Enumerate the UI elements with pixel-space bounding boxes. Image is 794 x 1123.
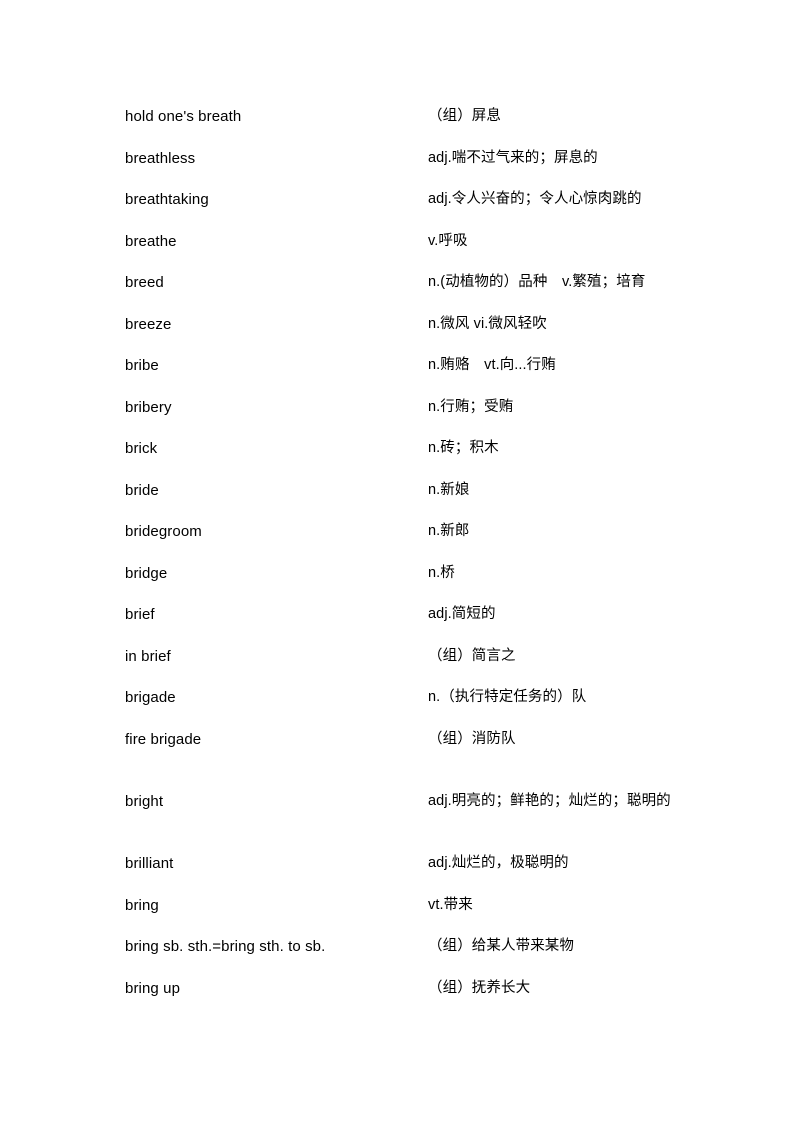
vocabulary-definition: n.贿赂 vt.向...行贿 <box>428 357 556 373</box>
vocabulary-term: bring up <box>125 979 181 997</box>
vocabulary-row: breeze n.微风 vi.微风轻吹 <box>125 304 676 346</box>
vocabulary-definition: n.新郎 <box>428 523 470 539</box>
vocabulary-row: breed n.(动植物的）品种 v.繁殖；培育 <box>125 262 676 304</box>
vocabulary-definition: adj.灿烂的，极聪明的 <box>428 855 569 871</box>
vocabulary-term: breed <box>125 274 164 291</box>
vocabulary-definition: vt.带来 <box>428 896 473 913</box>
vocabulary-row: bring sb. sth.=bring sth. to sb. （组）给某人带来… <box>125 926 676 968</box>
vocabulary-term: bride <box>125 481 159 499</box>
vocabulary-term: in brief <box>125 647 171 665</box>
vocabulary-definition: v.呼吸 <box>428 232 468 249</box>
vocabulary-table: hold one's breath （组）屏息 breathless adj.喘不过气… <box>125 96 676 1009</box>
vocabulary-term: brick <box>125 440 158 457</box>
vocabulary-definition: （组）简言之 <box>428 647 516 664</box>
vocabulary-term: brigade <box>125 689 176 706</box>
vocabulary-row: brigade n.（执行特定任务的）队 <box>125 677 676 719</box>
vocabulary-definition: n.微风 vi.微风轻吹 <box>428 315 547 332</box>
vocabulary-row: bride n.新娘 <box>125 470 676 512</box>
vocabulary-term: bring sb. sth.=bring sth. to sb. <box>125 938 326 955</box>
vocabulary-definition: n.(动植物的）品种 v.繁殖；培育 <box>428 274 646 290</box>
vocabulary-term: bright <box>125 792 164 810</box>
vocabulary-definition: （组）屏息 <box>428 108 501 124</box>
vocabulary-definition: adj.令人兴奋的；令人心惊肉跳的 <box>428 191 642 207</box>
vocabulary-row: bring up （组）抚养长大 <box>125 968 676 1010</box>
vocabulary-row: breathtaking adj.令人兴奋的；令人心惊肉跳的 <box>125 179 676 221</box>
vocabulary-row: brilliant adj.灿烂的，极聪明的 <box>125 843 676 885</box>
vocabulary-definition: （组）消防队 <box>428 730 516 747</box>
vocabulary-page: hold one's breath （组）屏息 breathless adj.喘不过气… <box>0 0 794 1123</box>
vocabulary-row: brief adj.简短的 <box>125 594 676 636</box>
vocabulary-definition: n.桥 <box>428 564 455 581</box>
vocabulary-row: brick n.砖；积木 <box>125 428 676 470</box>
vocabulary-definition: adj.明亮的；鲜艳的；灿烂的；聪明的 <box>428 792 671 809</box>
vocabulary-definition: n.（执行特定任务的）队 <box>428 689 587 705</box>
vocabulary-row: bribery n.行贿；受贿 <box>125 387 676 429</box>
vocabulary-term: breeze <box>125 315 172 333</box>
vocabulary-row: hold one's breath （组）屏息 <box>125 96 676 138</box>
vocabulary-row: bridge n.桥 <box>125 553 676 595</box>
vocabulary-term: hold one's breath <box>125 108 242 125</box>
vocabulary-term: bridge <box>125 564 168 582</box>
vocabulary-row: breathe v.呼吸 <box>125 221 676 263</box>
vocabulary-definition: （组）给某人带来某物 <box>428 938 574 954</box>
vocabulary-definition: （组）抚养长大 <box>428 979 531 996</box>
vocabulary-term: brilliant <box>125 855 174 872</box>
vocabulary-term: breathtaking <box>125 191 209 208</box>
vocabulary-definition: adj.简短的 <box>428 606 496 622</box>
vocabulary-table-body: hold one's breath （组）屏息 breathless adj.喘不过气… <box>125 96 676 1009</box>
vocabulary-term: bring <box>125 896 159 914</box>
vocabulary-term: bridegroom <box>125 523 202 540</box>
vocabulary-row: bridegroom n.新郎 <box>125 511 676 553</box>
vocabulary-definition: adj.喘不过气来的；屏息的 <box>428 149 598 166</box>
vocabulary-term: bribery <box>125 398 172 416</box>
vocabulary-row: in brief （组）简言之 <box>125 636 676 678</box>
vocabulary-row: bring vt.带来 <box>125 885 676 927</box>
vocabulary-row: bright adj.明亮的；鲜艳的；灿烂的；聪明的 <box>125 760 676 843</box>
vocabulary-term: bribe <box>125 357 159 374</box>
vocabulary-definition: n.行贿；受贿 <box>428 398 514 415</box>
vocabulary-definition: n.新娘 <box>428 481 470 498</box>
vocabulary-row: bribe n.贿赂 vt.向...行贿 <box>125 345 676 387</box>
vocabulary-term: breathe <box>125 232 177 250</box>
vocabulary-row: fire brigade （组）消防队 <box>125 719 676 761</box>
vocabulary-row: breathless adj.喘不过气来的；屏息的 <box>125 138 676 180</box>
vocabulary-term: fire brigade <box>125 730 202 748</box>
vocabulary-definition: n.砖；积木 <box>428 440 499 456</box>
vocabulary-term: breathless <box>125 149 196 167</box>
vocabulary-term: brief <box>125 606 155 623</box>
